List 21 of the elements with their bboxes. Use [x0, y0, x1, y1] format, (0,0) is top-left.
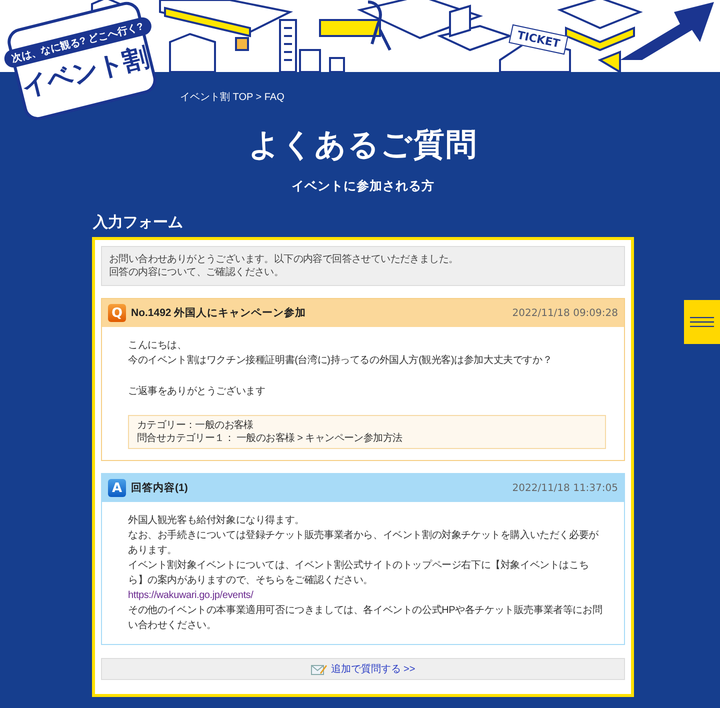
- page-subtitle: イベントに参加される方: [290, 178, 436, 195]
- menu-button[interactable]: [684, 300, 720, 344]
- answer-text: 外国人観光客も給付対象になり得ます。 なお、お手続きについては登録チケット販売事業者から、イベント割の対象チケットを購入いただく必要があります。 イベント割対象イベントについては、イベント割公式サイトのトップページ右下に【対象イベントはこちら】の案内がありますので、そちらをご確認ください。: [128, 514, 600, 588]
- url-link[interactable]: https://wakuwari.go.jp/events/: [128, 590, 254, 601]
- question-text: ご返事をありがとうございます: [128, 384, 266, 399]
- section-heading: 入力フォーム: [93, 213, 184, 232]
- answer-text: その他のイベントの本事業適用可否につきましては、各イベントの公式HPや各チケット販売事業者等にお問い合わせください。: [128, 604, 604, 633]
- follow-up-button[interactable]: 追加で質問する >>: [101, 658, 625, 680]
- category-box: カテゴリー：一般のお客様 問合せカテゴリー１： 一般のお客様 > キャンペーン参加方法: [128, 415, 606, 449]
- page-title: よくあるご質問: [248, 126, 478, 164]
- posted-date: 2022/11/18 11:37:05: [512, 482, 618, 494]
- menu-icon: [690, 317, 714, 327]
- question-badge: Q: [108, 304, 126, 322]
- answer-badge: A: [108, 479, 126, 497]
- question-title: No.1492 外国人にキャンペーン参加: [131, 306, 308, 320]
- question-text: こんにちは、 今のイベント割はワクチン接種証明書(台湾に)持ってるの外国人方(観光客)は参加大丈夫ですか？: [128, 339, 554, 368]
- breadcrumb[interactable]: イベント割 TOP > FAQ: [180, 90, 634, 104]
- answer-title: 回答内容(1): [131, 481, 189, 495]
- posted-date: 2022/11/18 09:09:28: [512, 308, 618, 318]
- envelope-pencil-icon: [310, 663, 327, 675]
- notice-message: お問い合わせありがとうございます。以下の内容で回答させていただきました。 回答の内容について、ご確認ください。: [101, 246, 625, 286]
